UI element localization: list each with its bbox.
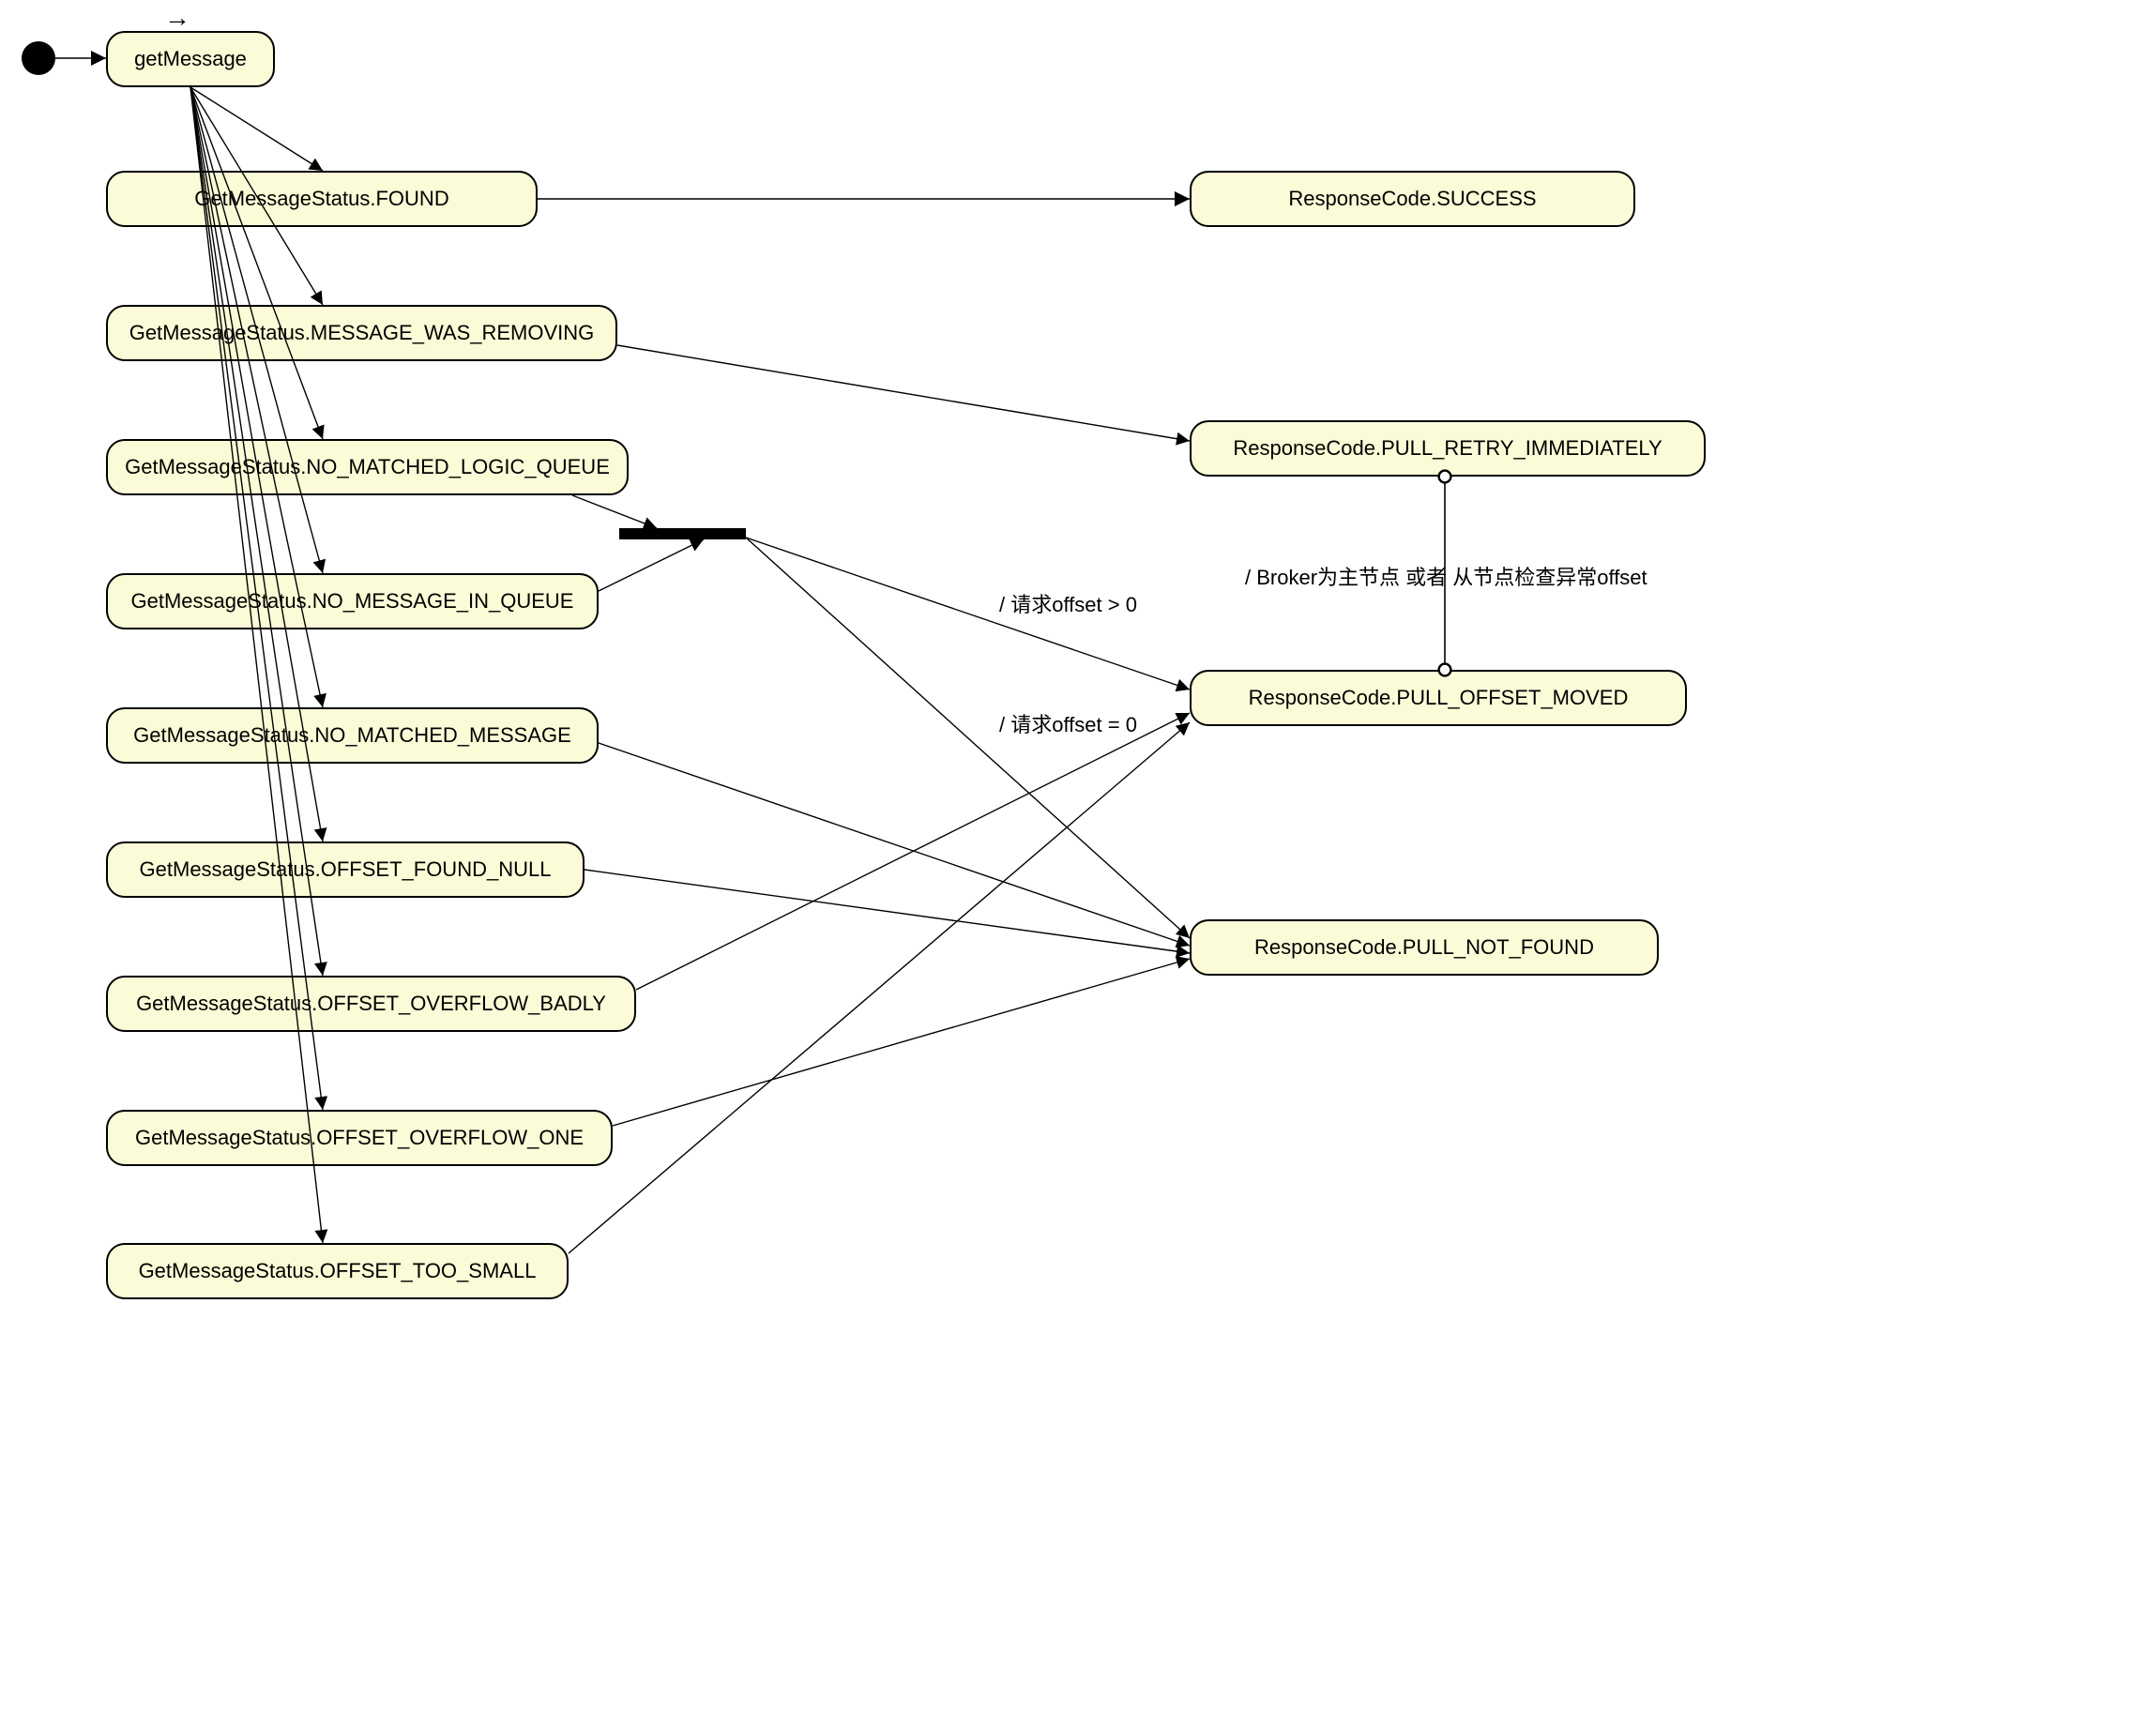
node-label: ResponseCode.PULL_OFFSET_MOVED [1249, 686, 1629, 710]
node-label: GetMessageStatus.OFFSET_OVERFLOW_BADLY [136, 992, 606, 1016]
node-found: GetMessageStatus.FOUND [106, 171, 538, 227]
node-no-matched-message: GetMessageStatus.NO_MATCHED_MESSAGE [106, 707, 599, 764]
activity-diagram: → getMessage GetMessageStatus.FOUND GetM… [0, 0, 2156, 1713]
node-message-was-removing: GetMessageStatus.MESSAGE_WAS_REMOVING [106, 305, 617, 361]
edge-noMatched-to-notFound [599, 743, 1190, 946]
edge-offNull-to-notFound [585, 870, 1190, 953]
node-no-matched-logic-queue: GetMessageStatus.NO_MATCHED_LOGIC_QUEUE [106, 439, 629, 495]
node-getMessage: getMessage [106, 31, 275, 87]
edge-label-offset-gt0: / 请求offset > 0 [999, 588, 1137, 618]
node-label: ResponseCode.PULL_NOT_FOUND [1254, 935, 1594, 960]
node-response-success: ResponseCode.SUCCESS [1190, 171, 1635, 227]
node-response-pull-retry-immediately: ResponseCode.PULL_RETRY_IMMEDIATELY [1190, 420, 1706, 477]
node-label: ResponseCode.PULL_RETRY_IMMEDIATELY [1233, 436, 1662, 461]
edge-label-offset-eq0: / 请求offset = 0 [999, 708, 1137, 738]
node-label: GetMessageStatus.MESSAGE_WAS_REMOVING [129, 321, 595, 345]
node-offset-overflow-badly: GetMessageStatus.OFFSET_OVERFLOW_BADLY [106, 976, 636, 1032]
edge-offTooSmall-to-moved [569, 722, 1190, 1253]
node-label: GetMessageStatus.OFFSET_OVERFLOW_ONE [135, 1126, 584, 1150]
edge-getMessage-to-offTooSmall [190, 87, 323, 1243]
edge-label-broker-master: / Broker为主节点 或者 从节点检查异常offset [1245, 561, 1647, 591]
fork-join-bar [619, 528, 746, 539]
arrow-glyph: → [164, 3, 190, 33]
edge-offOverBadly-to-moved [636, 713, 1190, 990]
node-label: GetMessageStatus.FOUND [194, 187, 448, 211]
node-offset-found-null: GetMessageStatus.OFFSET_FOUND_NULL [106, 841, 585, 898]
edge-removing-to-retry [617, 345, 1190, 441]
node-response-pull-offset-moved: ResponseCode.PULL_OFFSET_MOVED [1190, 670, 1687, 726]
edge-getMessage-to-noLogic [190, 87, 323, 439]
node-offset-too-small: GetMessageStatus.OFFSET_TOO_SMALL [106, 1243, 569, 1299]
node-label: getMessage [134, 47, 247, 71]
node-label: GetMessageStatus.OFFSET_FOUND_NULL [140, 857, 552, 882]
edge-offOverOne-to-notFound [613, 959, 1190, 1126]
node-response-pull-not-found: ResponseCode.PULL_NOT_FOUND [1190, 919, 1659, 976]
node-label: GetMessageStatus.OFFSET_TOO_SMALL [139, 1259, 537, 1283]
node-label: GetMessageStatus.NO_MATCHED_MESSAGE [133, 723, 571, 748]
edge-noMsg-to-bar [599, 539, 704, 591]
edge-getMessage-to-found [190, 87, 323, 171]
node-label: GetMessageStatus.NO_MATCHED_LOGIC_QUEUE [125, 455, 610, 479]
node-label: ResponseCode.SUCCESS [1288, 187, 1536, 211]
node-no-message-in-queue: GetMessageStatus.NO_MESSAGE_IN_QUEUE [106, 573, 599, 629]
node-offset-overflow-one: GetMessageStatus.OFFSET_OVERFLOW_ONE [106, 1110, 613, 1166]
initial-state [22, 41, 55, 75]
edge-noLogic-to-bar [572, 495, 657, 528]
node-label: GetMessageStatus.NO_MESSAGE_IN_QUEUE [131, 589, 574, 614]
